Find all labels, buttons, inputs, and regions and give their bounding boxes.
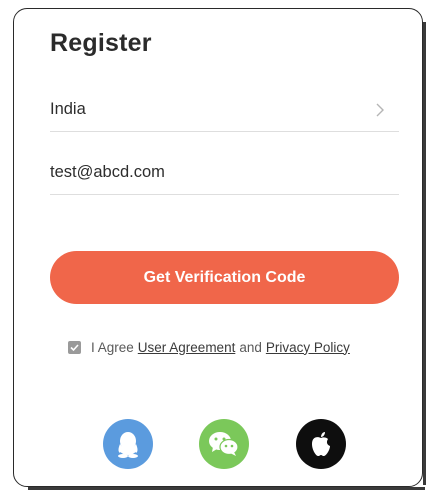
wechat-login-button[interactable] [199,419,249,469]
qq-login-button[interactable] [103,419,153,469]
email-value: test@abcd.com [50,163,165,181]
country-value: India [50,100,86,118]
wechat-icon [209,432,239,456]
page-title: Register [50,29,152,57]
agree-checkbox[interactable] [68,340,81,354]
apple-login-button[interactable] [296,419,346,469]
agree-prefix: I Agree [91,339,134,355]
register-panel [13,8,423,487]
country-selector[interactable]: India [50,88,399,132]
user-agreement-link[interactable]: User Agreement [138,340,236,355]
check-icon [70,343,79,351]
email-field[interactable]: test@abcd.com [50,151,399,195]
qq-icon [118,432,138,458]
agree-and: and [239,339,262,355]
frame-shadow-bottom [28,487,425,490]
get-verification-code-button[interactable]: Get Verification Code [50,251,399,304]
privacy-policy-link[interactable]: Privacy Policy [266,340,350,355]
apple-icon [312,432,330,456]
agreement-row: I Agree User Agreement and Privacy Polic… [68,337,350,357]
chevron-right-icon [376,103,384,117]
